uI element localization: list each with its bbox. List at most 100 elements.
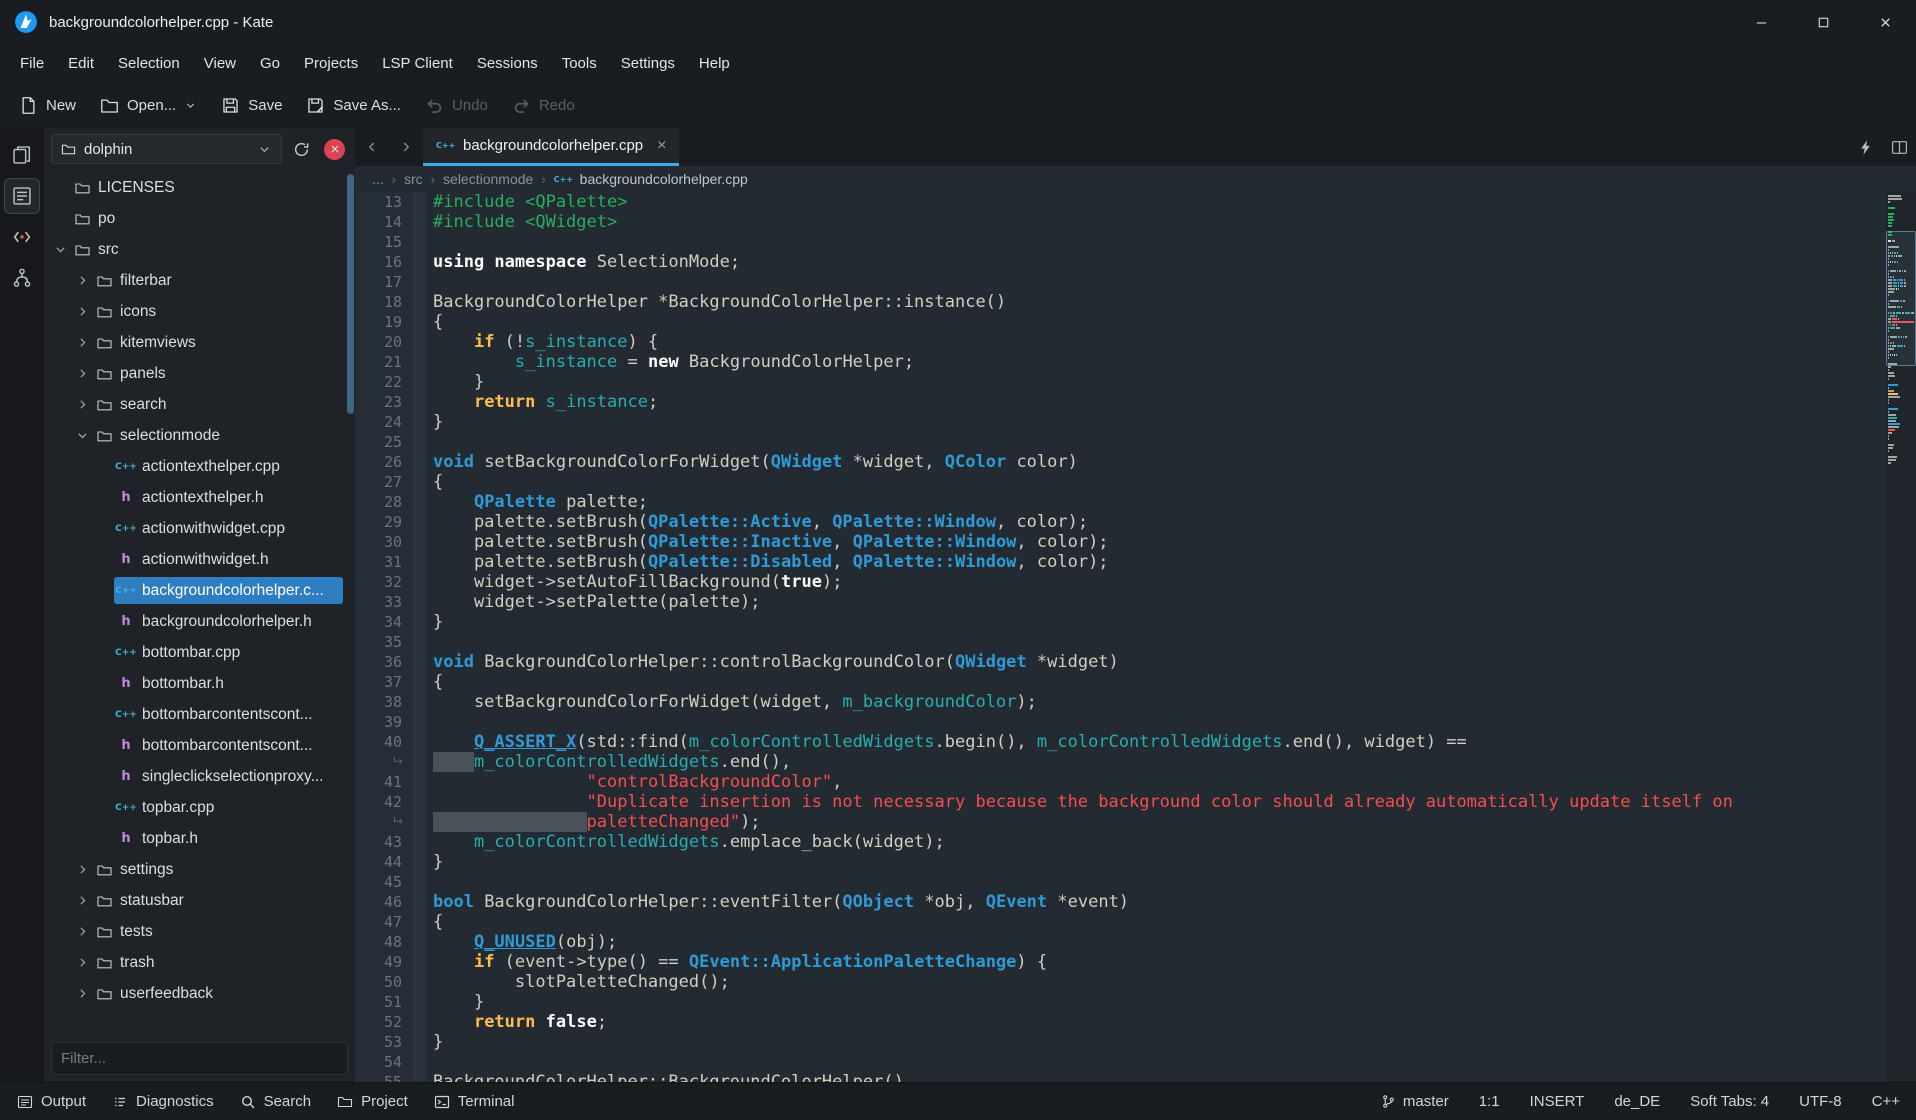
menu-lsp-client[interactable]: LSP Client <box>370 49 465 78</box>
menu-projects[interactable]: Projects <box>292 49 370 78</box>
status-c[interactable]: C++ <box>1872 1093 1900 1110</box>
close-project-button[interactable] <box>324 139 345 160</box>
maximize-button[interactable] <box>1792 0 1854 44</box>
chevron-right-icon[interactable] <box>72 398 92 411</box>
chevron-right-icon[interactable] <box>72 956 92 969</box>
chevron-right-icon[interactable] <box>72 336 92 349</box>
toolbar-redo-button[interactable]: Redo <box>501 89 586 122</box>
sidebar-projects-button[interactable] <box>5 179 39 213</box>
chevron-right-icon[interactable] <box>72 367 92 380</box>
chevron-right-icon[interactable] <box>72 863 92 876</box>
chevron-down-icon[interactable] <box>50 243 70 256</box>
tree-item-singleclickselectionproxy[interactable]: hsingleclickselectionproxy... <box>44 761 355 792</box>
tab-back-button[interactable] <box>355 128 389 166</box>
status-utf-8[interactable]: UTF-8 <box>1799 1093 1842 1110</box>
chevron-right-icon[interactable] <box>72 274 92 287</box>
minimap-viewport[interactable] <box>1886 231 1916 366</box>
reload-project-button[interactable] <box>287 135 315 163</box>
toolbar-undo-button[interactable]: Undo <box>414 89 499 122</box>
tree-item-settings[interactable]: settings <box>44 854 355 885</box>
split-view-button[interactable] <box>1882 128 1916 166</box>
menu-selection[interactable]: Selection <box>106 49 192 78</box>
status-insert[interactable]: INSERT <box>1530 1093 1585 1110</box>
tree-item-actiontexthelper-cpp[interactable]: C++actiontexthelper.cpp <box>44 451 355 482</box>
minimize-button[interactable] <box>1730 0 1792 44</box>
menu-help[interactable]: Help <box>687 49 742 78</box>
tree-item-panels[interactable]: panels <box>44 358 355 389</box>
tree-item-actionwithwidget-h[interactable]: hactionwithwidget.h <box>44 544 355 575</box>
line-number: 50 <box>355 972 413 992</box>
sidebar-documents-button[interactable] <box>5 138 39 172</box>
tree-item-actionwithwidget-cpp[interactable]: C++actionwithwidget.cpp <box>44 513 355 544</box>
tab-forward-button[interactable] <box>389 128 423 166</box>
tree-scrollbar[interactable] <box>347 174 354 414</box>
breadcrumb-item-src[interactable]: src <box>404 171 423 187</box>
tree-item-bottombar-cpp[interactable]: C++bottombar.cpp <box>44 637 355 668</box>
menu-sessions[interactable]: Sessions <box>465 49 550 78</box>
code-line: } <box>433 852 1886 872</box>
tree-item-actiontexthelper-h[interactable]: hactiontexthelper.h <box>44 482 355 513</box>
code-content[interactable]: #include <QPalette>#include <QWidget>usi… <box>426 192 1886 1082</box>
editor-tab[interactable]: C++ backgroundcolorhelper.cpp × <box>423 128 679 166</box>
breadcrumb-item-[interactable]: ... <box>372 171 384 187</box>
line-number: 34 <box>355 612 413 632</box>
status-soft-tabs-4[interactable]: Soft Tabs: 4 <box>1690 1093 1769 1110</box>
sidebar-git-button[interactable] <box>5 261 39 295</box>
minimap[interactable] <box>1886 192 1916 1082</box>
tree-item-bottombarcontentscont[interactable]: hbottombarcontentscont... <box>44 730 355 761</box>
quick-open-button[interactable] <box>1848 128 1882 166</box>
menu-settings[interactable]: Settings <box>609 49 687 78</box>
line-number: 31 <box>355 552 413 572</box>
chevron-right-icon[interactable] <box>72 987 92 1000</box>
statusbar-project-button[interactable]: Project <box>324 1083 421 1120</box>
status-1-1[interactable]: 1:1 <box>1479 1093 1500 1110</box>
toolbar-save-as-button[interactable]: Save As... <box>295 89 412 122</box>
tree-item-trash[interactable]: trash <box>44 947 355 978</box>
breadcrumb-item-backgroundcolorhelper-cpp[interactable]: backgroundcolorhelper.cpp <box>580 171 748 187</box>
tree-item-kitemviews[interactable]: kitemviews <box>44 327 355 358</box>
tree-item-backgroundcolorhelper-h[interactable]: hbackgroundcolorhelper.h <box>44 606 355 637</box>
tree-item-tests[interactable]: tests <box>44 916 355 947</box>
sidebar-lsp-client-button[interactable] <box>5 220 39 254</box>
code-area[interactable]: 1314151617181920212223242526272829303132… <box>355 192 1886 1082</box>
tree-item-statusbar[interactable]: statusbar <box>44 885 355 916</box>
chevron-right-icon[interactable] <box>72 925 92 938</box>
chevron-down-icon[interactable] <box>72 429 92 442</box>
menu-file[interactable]: File <box>8 49 56 78</box>
menu-tools[interactable]: Tools <box>550 49 609 78</box>
chevron-right-icon[interactable] <box>72 305 92 318</box>
tree-item-src[interactable]: src <box>44 234 355 265</box>
folding-bar[interactable] <box>413 192 426 1082</box>
statusbar-search-button[interactable]: Search <box>227 1083 325 1120</box>
menu-edit[interactable]: Edit <box>56 49 106 78</box>
tree-item-search[interactable]: search <box>44 389 355 420</box>
tree-item-icons[interactable]: icons <box>44 296 355 327</box>
tree-item-filterbar[interactable]: filterbar <box>44 265 355 296</box>
tree-item-backgroundcolorhelper-c[interactable]: C++backgroundcolorhelper.c... <box>44 575 355 606</box>
close-button[interactable] <box>1854 0 1916 44</box>
statusbar-terminal-button[interactable]: Terminal <box>421 1083 528 1120</box>
line-number: 51 <box>355 992 413 1012</box>
chevron-right-icon[interactable] <box>72 894 92 907</box>
breadcrumb-item-selectionmode[interactable]: selectionmode <box>443 171 533 187</box>
status-master[interactable]: master <box>1381 1093 1449 1110</box>
tree-item-topbar-h[interactable]: htopbar.h <box>44 823 355 854</box>
tree-item-bottombar-h[interactable]: hbottombar.h <box>44 668 355 699</box>
tree-item-bottombarcontentscont[interactable]: C++bottombarcontentscont... <box>44 699 355 730</box>
project-selector[interactable]: dolphin <box>51 134 282 164</box>
menu-go[interactable]: Go <box>248 49 292 78</box>
toolbar-new-button[interactable]: New <box>8 89 87 122</box>
tree-item-topbar-cpp[interactable]: C++topbar.cpp <box>44 792 355 823</box>
statusbar-output-button[interactable]: Output <box>4 1083 99 1120</box>
toolbar-open-button[interactable]: Open... <box>89 89 208 122</box>
tab-close-icon[interactable]: × <box>657 138 666 154</box>
toolbar-save-button[interactable]: Save <box>210 89 293 122</box>
project-filter-input[interactable] <box>51 1042 348 1075</box>
menu-view[interactable]: View <box>192 49 248 78</box>
tree-item-userfeedback[interactable]: userfeedback <box>44 978 355 1009</box>
tree-item-po[interactable]: po <box>44 203 355 234</box>
status-de-de[interactable]: de_DE <box>1614 1093 1660 1110</box>
statusbar-diagnostics-button[interactable]: Diagnostics <box>99 1083 227 1120</box>
tree-item-licenses[interactable]: LICENSES <box>44 172 355 203</box>
tree-item-selectionmode[interactable]: selectionmode <box>44 420 355 451</box>
